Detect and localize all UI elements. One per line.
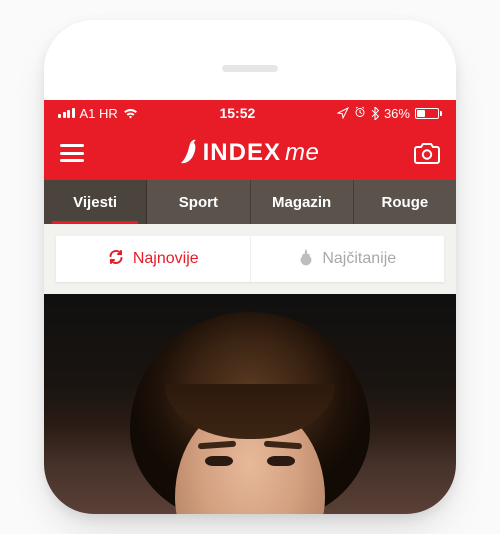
- tab-magazin[interactable]: Magazin: [251, 180, 354, 224]
- subtab-label: Najčitanije: [322, 250, 396, 268]
- tab-label: Rouge: [382, 194, 429, 211]
- phone-speaker: [222, 65, 278, 72]
- subtabs: Najnovije Najčitanije: [56, 236, 444, 282]
- phone-bezel: [44, 20, 456, 100]
- tab-vijesti[interactable]: Vijesti: [44, 180, 147, 224]
- status-left: A1 HR: [58, 106, 138, 121]
- bluetooth-icon: [371, 107, 379, 120]
- tab-sport[interactable]: Sport: [147, 180, 250, 224]
- status-time: 15:52: [219, 105, 255, 121]
- phone-frame: A1 HR 15:52 36%: [44, 20, 456, 514]
- app-header: INDEXme: [44, 126, 456, 180]
- chili-icon: [179, 138, 199, 169]
- tab-label: Sport: [179, 194, 218, 211]
- alarm-icon: [354, 106, 366, 121]
- brand-logo[interactable]: INDEXme: [179, 138, 320, 169]
- category-tabs: Vijesti Sport Magazin Rouge: [44, 180, 456, 224]
- location-icon: [337, 107, 349, 119]
- menu-icon[interactable]: [60, 144, 84, 162]
- brand-word-1: INDEX: [203, 139, 281, 167]
- tab-label: Magazin: [272, 194, 331, 211]
- portrait-eye: [267, 456, 295, 466]
- battery-percent: 36%: [384, 106, 410, 121]
- status-bar: A1 HR 15:52 36%: [44, 100, 456, 126]
- hero-article-image[interactable]: [44, 294, 456, 514]
- flame-icon: [298, 248, 314, 271]
- status-right: 36%: [337, 106, 442, 121]
- tab-rouge[interactable]: Rouge: [354, 180, 456, 224]
- subtab-mostread[interactable]: Najčitanije: [250, 236, 445, 282]
- wifi-icon: [123, 108, 138, 119]
- subtab-row: Najnovije Najčitanije: [44, 224, 456, 294]
- battery-icon: [415, 108, 442, 119]
- subtab-label: Najnovije: [133, 250, 199, 268]
- portrait-eye: [205, 456, 233, 466]
- brand-word-2: me: [285, 139, 319, 167]
- tab-label: Vijesti: [73, 194, 117, 211]
- carrier-label: A1 HR: [80, 106, 118, 121]
- refresh-icon: [107, 248, 125, 271]
- subtab-latest[interactable]: Najnovije: [56, 236, 250, 282]
- camera-icon[interactable]: [414, 142, 440, 164]
- signal-icon: [58, 108, 75, 118]
